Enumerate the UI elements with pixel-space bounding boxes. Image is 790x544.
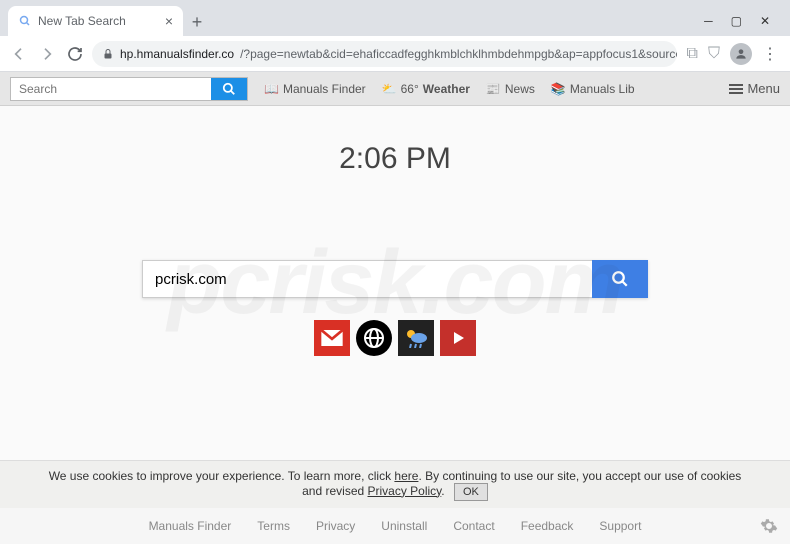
browser-titlebar: New Tab Search × + ─ ▢ ✕	[0, 0, 790, 36]
tab-title: New Tab Search	[38, 14, 126, 28]
browser-addressbar: hp.hmanualsfinder.co /?page=newtab&cid=eh…	[0, 36, 790, 72]
shield-icon[interactable]: ⛉	[708, 45, 720, 63]
minimize-icon[interactable]: ─	[704, 14, 713, 28]
url-bar[interactable]: hp.hmanualsfinder.co /?page=newtab&cid=eh…	[92, 41, 677, 67]
browser-tab[interactable]: New Tab Search ×	[8, 6, 183, 36]
lock-icon	[102, 48, 114, 60]
forward-icon[interactable]	[36, 43, 58, 65]
cookie-here-link[interactable]: here	[394, 469, 418, 483]
profile-avatar[interactable]	[730, 43, 752, 65]
footer-link[interactable]: Feedback	[521, 519, 574, 533]
quick-tiles	[314, 320, 476, 356]
page-footer: Manuals Finder Terms Privacy Uninstall C…	[0, 508, 790, 544]
hamburger-menu[interactable]: Menu	[729, 81, 780, 96]
page-toolbar: 📖 Manuals Finder ⛅ 66° Weather 📰 News 📚 …	[0, 72, 790, 106]
weather-link[interactable]: ⛅ 66° Weather	[382, 82, 470, 96]
main-search-button[interactable]	[592, 260, 648, 298]
gear-icon[interactable]	[760, 517, 778, 535]
reload-icon[interactable]	[64, 43, 86, 65]
close-window-icon[interactable]: ✕	[760, 14, 770, 28]
footer-link[interactable]: Uninstall	[381, 519, 427, 533]
news-tile[interactable]	[356, 320, 392, 356]
cookie-ok-button[interactable]: OK	[454, 483, 488, 501]
cookie-notice: We use cookies to improve your experienc…	[0, 460, 790, 508]
footer-link[interactable]: Manuals Finder	[149, 519, 232, 533]
cloud-icon: ⛅	[382, 82, 397, 96]
hamburger-icon	[729, 84, 743, 94]
footer-link[interactable]: Terms	[257, 519, 290, 533]
book-icon: 📖	[264, 82, 279, 96]
extension-icon[interactable]: ⧉	[687, 45, 698, 63]
footer-link[interactable]: Privacy	[316, 519, 355, 533]
toolbar-search-input[interactable]	[11, 78, 211, 100]
gmail-tile[interactable]	[314, 320, 350, 356]
new-tab-button[interactable]: +	[183, 8, 211, 36]
privacy-policy-link[interactable]: Privacy Policy	[368, 484, 442, 498]
maximize-icon[interactable]: ▢	[731, 14, 742, 28]
url-host: hp.hmanualsfinder.co	[120, 47, 234, 61]
toolbar-search	[10, 77, 248, 101]
main-search-input[interactable]	[142, 260, 592, 298]
kebab-menu-icon[interactable]: ⋮	[762, 44, 778, 64]
news-link[interactable]: 📰 News	[486, 82, 535, 96]
books-icon: 📚	[551, 82, 566, 96]
main-search	[142, 260, 648, 298]
url-path: /?page=newtab&cid=ehaficcadfegghkmblchkl…	[240, 47, 676, 61]
weather-tile[interactable]	[398, 320, 434, 356]
close-icon[interactable]: ×	[165, 13, 173, 29]
back-icon[interactable]	[8, 43, 30, 65]
page-main: pcrisk.com 2:06 PM	[0, 106, 790, 460]
footer-link[interactable]: Support	[599, 519, 641, 533]
toolbar-search-button[interactable]	[211, 78, 247, 100]
youtube-tile[interactable]	[440, 320, 476, 356]
search-icon	[18, 14, 32, 28]
manuals-lib-link[interactable]: 📚 Manuals Lib	[551, 82, 635, 96]
clock: 2:06 PM	[339, 142, 451, 176]
window-controls: ─ ▢ ✕	[704, 14, 782, 36]
news-icon: 📰	[486, 82, 501, 96]
manuals-finder-link[interactable]: 📖 Manuals Finder	[264, 82, 366, 96]
footer-link[interactable]: Contact	[453, 519, 494, 533]
